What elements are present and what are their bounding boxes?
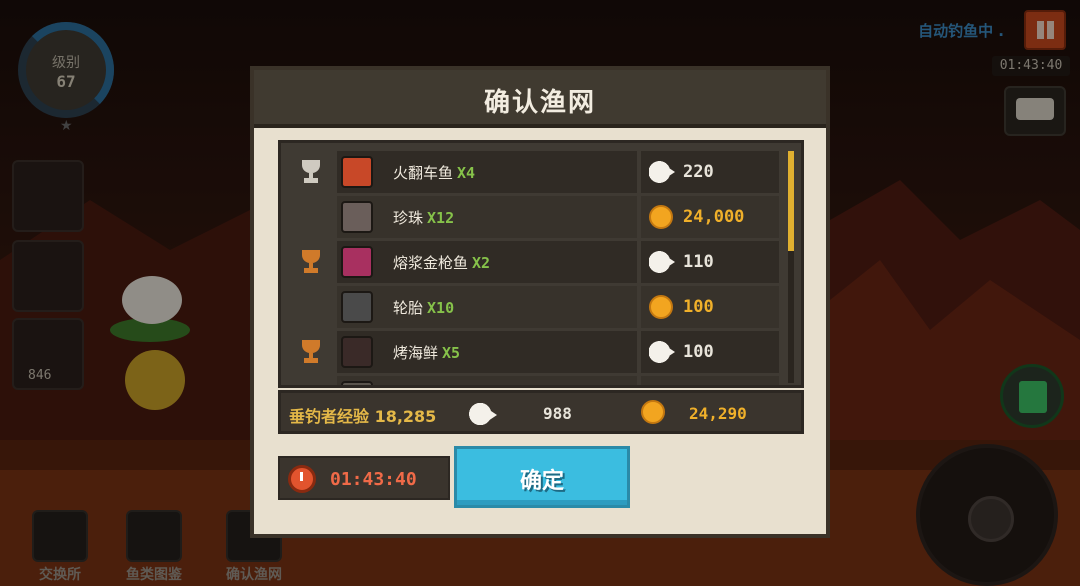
confirm-button[interactable]: 确定 (454, 446, 630, 508)
scrollbar-thumb[interactable] (788, 151, 794, 251)
item-qty: X5 (442, 344, 461, 362)
item-icon (341, 381, 373, 385)
fish-point-icon (649, 160, 675, 184)
item-value: 24,000 (683, 207, 745, 227)
silver-trophy-icon (298, 160, 324, 184)
item-value: 100 (683, 342, 714, 362)
angler-exp: 垂钓者经验 18,285 (289, 407, 437, 426)
catch-row: 烤海鲜 X5 100 (289, 331, 779, 373)
item-name: 轮胎 (393, 299, 424, 317)
pearl-icon (341, 201, 373, 233)
net-timer: 01:43:40 (278, 456, 450, 500)
coin-total: 24,290 (689, 404, 747, 423)
catch-list[interactable]: 火翻车鱼 X4 220 珍珠 X12 24,000 熔浆金枪鱼 X2 110 轮… (278, 140, 804, 388)
item-qty: X4 (457, 164, 476, 182)
fire-sunfish-icon (341, 156, 373, 188)
catch-row: 熔浆金枪鱼 X2 110 (289, 241, 779, 283)
confirm-net-dialog: 确认渔网 火翻车鱼 X4 220 珍珠 X12 24,000 熔浆金枪鱼 X2 … (250, 66, 830, 538)
item-name: 熔浆金枪鱼 (393, 254, 469, 272)
coin-icon (641, 400, 665, 424)
stopwatch-icon (288, 465, 316, 493)
fish-point-icon (469, 403, 497, 425)
catch-row-partial (289, 376, 779, 388)
bronze-trophy-icon (298, 340, 324, 364)
coin-icon (649, 205, 673, 229)
coin-icon (649, 385, 673, 388)
fish-point-icon (649, 340, 675, 364)
item-value: 100 (683, 297, 714, 317)
dialog-header: 确认渔网 (254, 70, 826, 128)
catch-row: 珍珠 X12 24,000 (289, 196, 779, 238)
summary-bar: 垂钓者经验 18,285 988 24,290 (278, 390, 804, 434)
item-name: 火翻车鱼 (393, 164, 454, 182)
item-qty: X2 (472, 254, 491, 272)
fish-total: 988 (543, 404, 572, 423)
item-name: 烤海鲜 (393, 344, 439, 362)
list-scrollbar[interactable] (788, 151, 794, 383)
bronze-trophy-icon (298, 250, 324, 274)
confirm-button-label: 确定 (519, 469, 564, 494)
item-name: 珍珠 (393, 209, 424, 227)
catch-row: 火翻车鱼 X4 220 (289, 151, 779, 193)
item-qty: X10 (427, 299, 455, 317)
lava-tuna-icon (341, 246, 373, 278)
net-timer-value: 01:43:40 (330, 469, 417, 490)
item-value: 110 (683, 252, 714, 272)
item-value: 220 (683, 162, 714, 182)
grilled-seafood-icon (341, 336, 373, 368)
item-qty: X12 (427, 209, 455, 227)
dialog-title: 确认渔网 (483, 88, 596, 118)
tire-icon (341, 291, 373, 323)
fish-point-icon (649, 250, 675, 274)
coin-icon (649, 295, 673, 319)
catch-row: 轮胎 X10 100 (289, 286, 779, 328)
